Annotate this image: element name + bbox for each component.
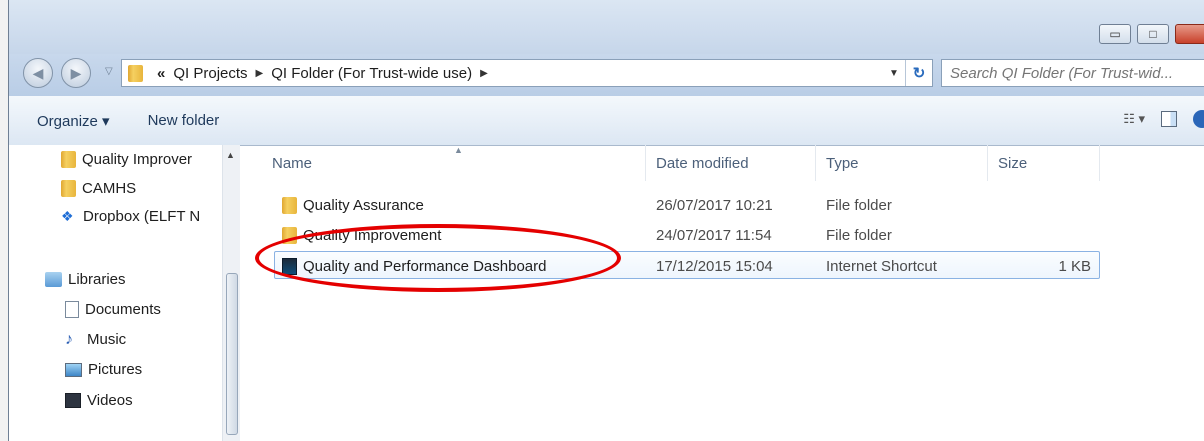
minimize-button[interactable]: ▭ — [1099, 24, 1131, 44]
folder-icon — [282, 196, 297, 214]
scrollbar-thumb[interactable] — [226, 273, 238, 435]
column-header-date[interactable]: Date modified — [646, 145, 816, 181]
column-header-label: Type — [826, 154, 859, 172]
internet-shortcut-icon — [282, 257, 297, 275]
column-header-label: Date modified — [656, 154, 749, 172]
column-header-name[interactable]: Name ▲ — [264, 145, 646, 181]
command-bar: Organize ▾ New folder ☷ ▾ — [9, 96, 1204, 146]
file-type: File folder — [826, 226, 892, 244]
document-icon — [65, 301, 79, 318]
sidebar-item-videos[interactable]: Videos — [65, 392, 133, 409]
new-folder-button[interactable]: New folder — [120, 112, 230, 129]
breadcrumb-separator-icon[interactable]: ▶ — [480, 68, 488, 79]
sidebar-item-label: Libraries — [68, 271, 126, 288]
chevron-down-icon: ▽ — [105, 66, 113, 77]
folder-icon — [128, 64, 143, 82]
folder-icon — [61, 151, 76, 168]
breadcrumb-overflow[interactable]: « — [157, 65, 165, 82]
file-size: 1 KB — [1058, 257, 1091, 275]
navigation-pane: Quality Improver CAMHS ❖ Dropbox (ELFT N… — [9, 145, 240, 441]
file-list: Name ▲ Date modified Type Size Quality A… — [240, 145, 1204, 441]
breadcrumb-separator-icon[interactable]: ▶ — [256, 68, 264, 79]
music-note-icon: ♪ — [65, 330, 73, 348]
sidebar-item-music[interactable]: ♪ Music — [65, 331, 126, 348]
close-button[interactable] — [1175, 24, 1204, 44]
picture-icon — [65, 362, 82, 377]
column-header-label: Size — [998, 154, 1028, 172]
search-box[interactable] — [941, 59, 1204, 87]
preview-pane-button[interactable] — [1161, 111, 1177, 127]
file-row[interactable]: Quality Improvement 24/07/2017 11:54 Fil… — [274, 221, 1100, 249]
file-date: 24/07/2017 11:54 — [656, 226, 772, 244]
column-header-label: Name — [272, 154, 313, 172]
breadcrumb-qi-projects[interactable]: QI Projects — [173, 65, 247, 82]
sidebar-item-pictures[interactable]: Pictures — [65, 361, 142, 378]
file-row[interactable]: Quality Assurance 26/07/2017 10:21 File … — [274, 191, 1100, 219]
arrow-left-icon: ◀ — [32, 64, 44, 81]
change-view-button[interactable]: ☷ ▾ — [1123, 111, 1145, 127]
column-header-size[interactable]: Size — [988, 145, 1100, 181]
column-header-type[interactable]: Type — [816, 145, 988, 181]
file-name: Quality Improvement — [303, 226, 442, 244]
sidebar-item-label: Dropbox (ELFT N — [83, 208, 201, 225]
forward-button[interactable]: ▶ — [61, 58, 91, 88]
search-input[interactable] — [942, 60, 1204, 86]
file-date: 26/07/2017 10:21 — [656, 196, 773, 214]
navigation-pane-scrollbar[interactable]: ▲ — [222, 145, 240, 441]
scroll-up-icon[interactable]: ▲ — [226, 150, 235, 160]
sidebar-item-label: Music — [87, 331, 127, 348]
file-type: File folder — [826, 196, 892, 214]
back-button[interactable]: ◀ — [23, 58, 53, 88]
sort-arrow-icon: ▲ — [454, 145, 463, 155]
sidebar-item-label: CAMHS — [82, 180, 137, 197]
folder-icon — [282, 226, 297, 244]
folder-icon — [61, 180, 76, 197]
arrow-right-icon: ▶ — [70, 64, 82, 81]
address-history-dropdown[interactable]: ▼ — [883, 68, 905, 79]
address-bar[interactable]: « QI Projects ▶ QI Folder (For Trust-wid… — [121, 59, 933, 87]
sidebar-item-camhs[interactable]: CAMHS — [61, 180, 136, 197]
sidebar-item-quality-improvement[interactable]: Quality Improver — [61, 151, 192, 168]
view-options-icon: ☷ ▾ — [1123, 111, 1145, 126]
sidebar-item-label: Documents — [85, 301, 161, 318]
file-type: Internet Shortcut — [826, 257, 937, 275]
file-name: Quality and Performance Dashboard — [303, 257, 547, 275]
refresh-button[interactable]: ↻ — [905, 60, 932, 86]
file-name: Quality Assurance — [303, 196, 424, 214]
title-bar: ▭ □ — [9, 0, 1204, 54]
file-row-selected[interactable]: Quality and Performance Dashboard 17/12/… — [274, 251, 1100, 279]
sidebar-item-label: Pictures — [88, 361, 143, 378]
breadcrumb-qi-folder[interactable]: QI Folder (For Trust-wide use) — [271, 65, 472, 82]
dropbox-icon: ❖ — [61, 208, 74, 224]
recent-pages-dropdown[interactable]: ▽ — [105, 66, 113, 77]
sidebar-item-label: Quality Improver — [82, 151, 193, 168]
maximize-button[interactable]: □ — [1137, 24, 1169, 44]
sidebar-item-documents[interactable]: Documents — [65, 301, 161, 318]
sidebar-item-dropbox[interactable]: ❖ Dropbox (ELFT N — [61, 208, 200, 225]
minimize-icon: ▭ — [1109, 27, 1121, 41]
sidebar-item-libraries[interactable]: Libraries — [45, 271, 126, 288]
video-icon — [65, 393, 81, 408]
explorer-window: ▭ □ ◀ ▶ ▽ « QI Projects ▶ QI Folder (For… — [8, 0, 1204, 441]
maximize-icon: □ — [1149, 27, 1157, 41]
background-window-edge — [0, 0, 8, 441]
libraries-icon — [45, 272, 62, 287]
help-button[interactable] — [1193, 110, 1204, 128]
refresh-icon: ↻ — [912, 65, 926, 82]
file-date: 17/12/2015 15:04 — [656, 257, 773, 275]
sidebar-item-label: Videos — [87, 392, 133, 409]
organize-button[interactable]: Organize ▾ — [9, 112, 120, 130]
